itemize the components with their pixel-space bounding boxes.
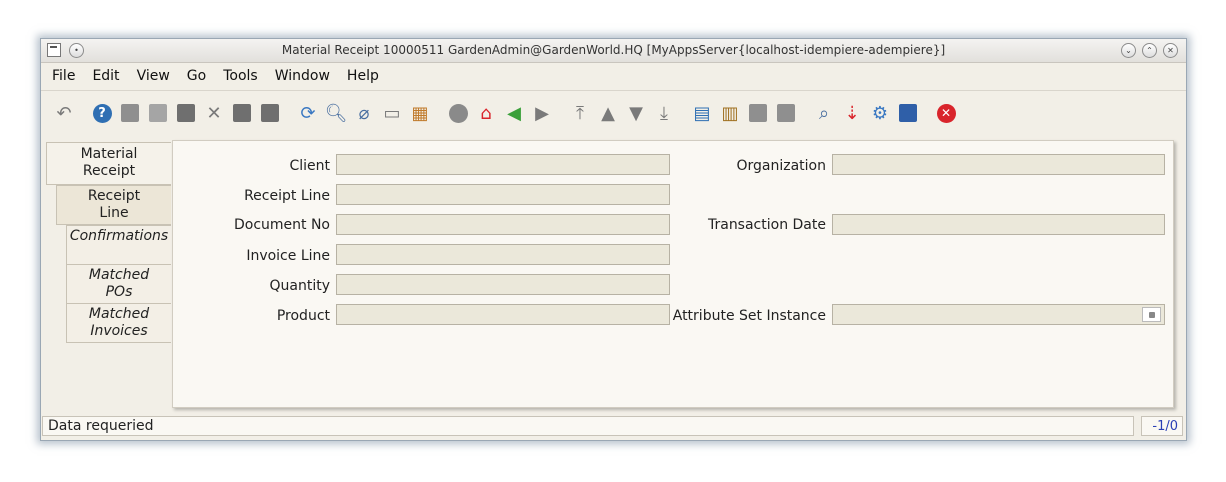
workflow-icon[interactable]: ⚙ <box>869 102 891 124</box>
product-label: Product <box>276 308 330 324</box>
zoom-across-icon[interactable]: ⌕ <box>813 102 835 124</box>
receipt-line-label: Receipt Line <box>244 188 330 204</box>
organization-label: Organization <box>736 158 826 174</box>
tab-label-line2: Receipt <box>82 163 136 179</box>
print-preview-icon[interactable] <box>747 102 769 124</box>
tab-matched-invoices[interactable]: Matched Invoices <box>66 303 171 343</box>
parent-icon[interactable]: ◀ <box>503 102 525 124</box>
tab-label-line1: Confirmations <box>69 228 169 244</box>
record-count[interactable]: -1/0 <box>1141 416 1183 436</box>
find-icon[interactable]: 🔍︎ <box>325 102 348 124</box>
menu-bar: File Edit View Go Tools Window Help <box>41 63 1186 89</box>
quantity-field[interactable] <box>336 274 670 295</box>
copy-record-icon[interactable] <box>147 102 169 124</box>
tab-label-line2: Line <box>99 205 129 221</box>
status-message[interactable]: Data requeried <box>42 416 1134 436</box>
save-and-new-icon[interactable] <box>259 102 281 124</box>
menu-go[interactable]: Go <box>187 68 206 84</box>
receipt-line-field[interactable] <box>336 184 670 205</box>
grid-toggle-icon[interactable]: ▦ <box>409 102 431 124</box>
form-panel: Client Organization Receipt Line Documen… <box>172 140 1174 408</box>
maximize-button[interactable]: ⌃ <box>1142 43 1157 58</box>
detail-icon[interactable]: ▶ <box>531 102 553 124</box>
tab-label-line1: Receipt <box>87 188 141 204</box>
tab-confirmations[interactable]: Confirmations <box>66 225 171 265</box>
menu-view[interactable]: View <box>137 68 170 84</box>
menu-edit[interactable]: Edit <box>92 68 119 84</box>
history-icon[interactable] <box>447 102 469 124</box>
report-icon[interactable]: ▤ <box>691 102 713 124</box>
close-button[interactable]: ✕ <box>1163 43 1178 58</box>
tab-list: Material Receipt Receipt Line Confirmati… <box>46 142 172 402</box>
document-no-label: Document No <box>233 217 330 233</box>
attribute-set-instance-field[interactable] <box>832 304 1165 325</box>
client-label: Client <box>289 158 330 174</box>
minimize-button[interactable]: ⌄ <box>1121 43 1136 58</box>
toolbar: ↶ ? ✕ ⟳ 🔍︎ ⌀ ▭ ▦ ⌂ ◀ ▶ ⤒ ▲ ▼ ⤓ ▤ ▥ ⌕ ⇣ ⚙ <box>41 90 1186 135</box>
window-title: Material Receipt 10000511 GardenAdmin@Ga… <box>281 43 946 57</box>
attribute-set-instance-label: Attribute Set Instance <box>672 308 826 324</box>
tab-material-receipt[interactable]: Material Receipt <box>46 142 171 185</box>
transaction-date-field[interactable] <box>832 214 1165 235</box>
invoice-line-label: Invoice Line <box>246 248 330 264</box>
previous-record-icon[interactable]: ▲ <box>597 102 619 124</box>
undo-icon[interactable]: ↶ <box>53 102 75 124</box>
title-bar[interactable]: • Material Receipt 10000511 GardenAdmin@… <box>41 39 1186 63</box>
document-no-field[interactable] <box>336 214 670 235</box>
attachment-icon[interactable]: ⌀ <box>353 102 375 124</box>
next-record-icon[interactable]: ▼ <box>625 102 647 124</box>
organization-field[interactable] <box>832 154 1165 175</box>
delete-selection-icon[interactable]: ✕ <box>203 102 225 124</box>
close-window-icon[interactable]: ✕ <box>935 102 957 124</box>
tab-matched-pos[interactable]: Matched POs <box>66 264 171 304</box>
tab-label-line1: Matched <box>88 306 150 322</box>
refresh-icon[interactable]: ⟳ <box>297 102 319 124</box>
last-record-icon[interactable]: ⤓ <box>653 102 675 124</box>
product-field[interactable] <box>336 304 670 325</box>
help-icon[interactable]: ? <box>91 102 113 124</box>
menu-help[interactable]: Help <box>347 68 379 84</box>
tab-label-line1: Material <box>80 146 138 162</box>
transaction-date-label: Transaction Date <box>707 217 826 233</box>
tab-label-line2: POs <box>105 284 133 300</box>
delete-icon[interactable] <box>175 102 197 124</box>
client-field[interactable] <box>336 154 670 175</box>
attribute-set-instance-button[interactable] <box>1142 307 1161 322</box>
first-record-icon[interactable]: ⤒ <box>569 102 591 124</box>
menu-file[interactable]: File <box>52 68 75 84</box>
home-icon[interactable]: ⌂ <box>475 102 497 124</box>
tab-label-line2: Invoices <box>90 323 148 339</box>
save-icon[interactable] <box>231 102 253 124</box>
menu-tools[interactable]: Tools <box>223 68 258 84</box>
chat-icon[interactable]: ▭ <box>381 102 403 124</box>
new-record-icon[interactable] <box>119 102 141 124</box>
request-icon[interactable]: ⇣ <box>841 102 863 124</box>
tab-label-line1: Matched <box>88 267 150 283</box>
product-info-icon[interactable] <box>897 102 919 124</box>
status-bar: Data requeried -1/0 <box>41 416 1186 438</box>
archive-icon[interactable]: ▥ <box>719 102 741 124</box>
quantity-label: Quantity <box>269 278 331 294</box>
menu-window[interactable]: Window <box>275 68 330 84</box>
app-window: • Material Receipt 10000511 GardenAdmin@… <box>40 38 1187 441</box>
print-icon[interactable] <box>775 102 797 124</box>
invoice-line-field[interactable] <box>336 244 670 265</box>
tab-receipt-line[interactable]: Receipt Line <box>56 185 171 225</box>
